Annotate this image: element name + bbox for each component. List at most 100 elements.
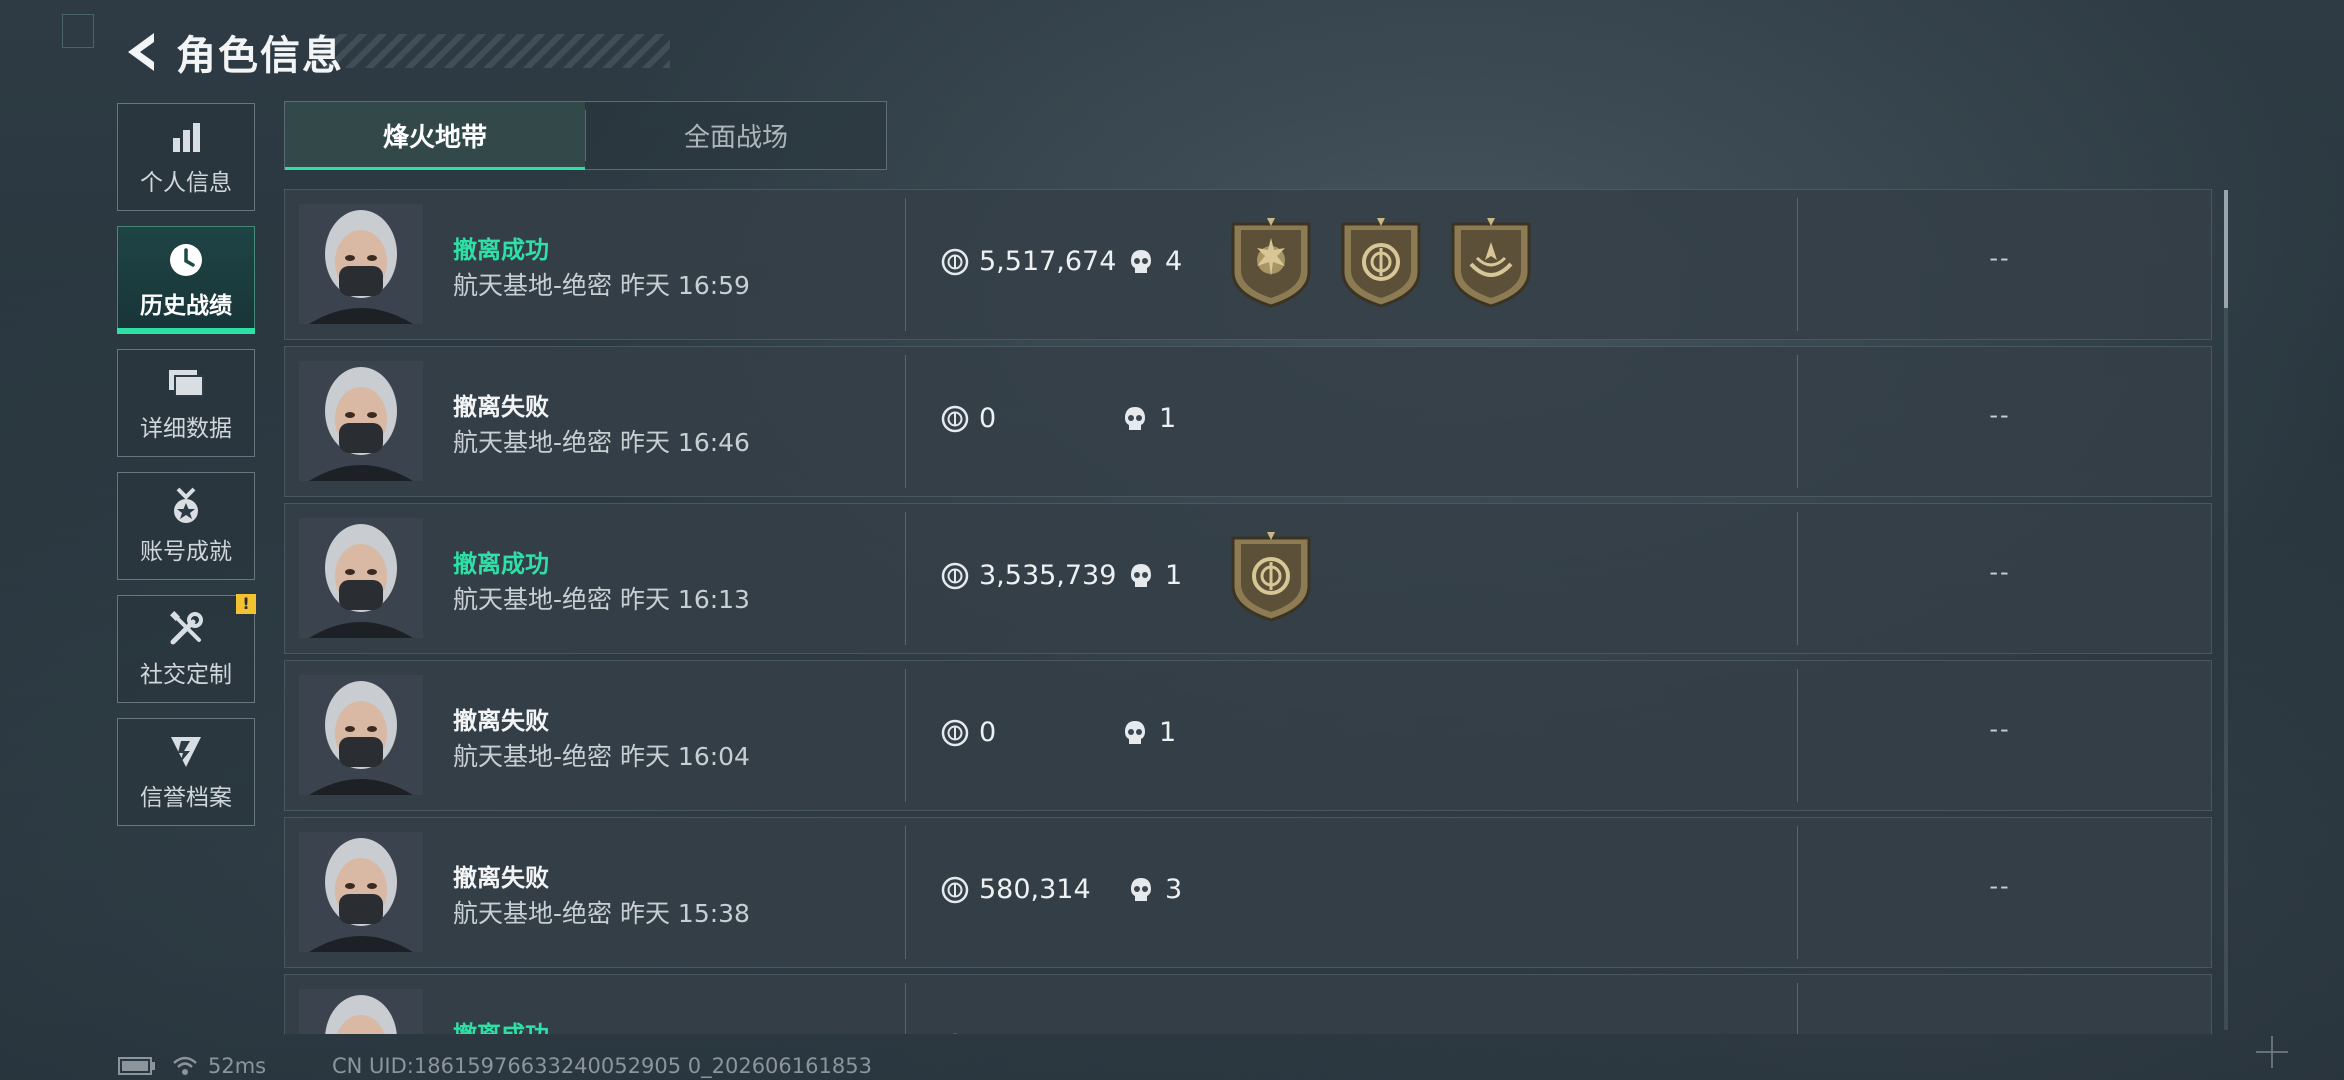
loot-value: 0: [941, 403, 996, 434]
sidebar-item-label: 信誉档案: [140, 785, 232, 811]
loot-value: 3,535,739: [941, 560, 1116, 591]
column-divider: [905, 512, 906, 645]
sidebar-item-label: 社交定制: [140, 662, 232, 688]
corner-frame-decoration: [62, 14, 94, 48]
column-divider: [1797, 198, 1798, 331]
match-row[interactable]: 撤离失败 航天基地-绝密 昨天 16:04 0 1 --: [284, 660, 2212, 811]
loot-value: 0: [941, 717, 996, 748]
kill-count: 1: [1129, 560, 1182, 591]
sidebar-item-label: 详细数据: [140, 416, 232, 442]
wifi-icon: [173, 1056, 197, 1075]
skull-icon: [1125, 406, 1145, 430]
loot-value-text: 0: [979, 403, 997, 434]
column-divider: [905, 355, 906, 488]
shield-credit-icon: [166, 732, 206, 772]
column-divider: [1797, 512, 1798, 645]
loot-value: 74,141: [941, 1031, 1073, 1034]
operator-avatar: [299, 204, 423, 324]
sidebar-item-label: 个人信息: [140, 170, 232, 196]
map-and-time: 航天基地-绝密 昨天 16:59: [453, 271, 750, 300]
extra-info: --: [1989, 401, 2011, 429]
match-row[interactable]: 撤离失败 航天基地-绝密 昨天 16:46 0 1 --: [284, 346, 2212, 497]
extraction-result: 撤离失败: [453, 393, 549, 421]
sidebar-item-personal-info[interactable]: 个人信息: [117, 103, 255, 211]
loot-value-text: 3,535,739: [979, 560, 1117, 591]
operator-avatar: [299, 675, 423, 795]
sidebar-item-match-history[interactable]: 历史战绩: [117, 226, 255, 334]
loot-value: 5,517,674: [941, 246, 1116, 277]
sidebar-item-label: 账号成就: [140, 539, 232, 565]
match-row[interactable]: 撤离成功 航天基地-绝密 昨天 16:13 3,535,739 1 --: [284, 503, 2212, 654]
skull-icon: [1131, 563, 1151, 587]
bar-chart-icon: [166, 117, 206, 157]
kill-count: 3: [1129, 874, 1182, 905]
folders-icon: [166, 363, 206, 403]
map-and-time: 航天基地-绝密 昨天 16:46: [453, 428, 750, 457]
coin-icon: [950, 1033, 960, 1034]
skull-icon: [1131, 877, 1151, 901]
match-row[interactable]: 撤离失败 航天基地-绝密 昨天 15:38 580,314 3 --: [284, 817, 2212, 968]
crosshair-icon: [2256, 1036, 2288, 1068]
loot-value-text: 580,314: [979, 874, 1091, 905]
scrollbar-thumb[interactable]: [2224, 190, 2228, 308]
column-divider: [905, 669, 906, 802]
operator-avatar: [299, 361, 423, 481]
tools-icon: [166, 609, 206, 649]
title-stripe-decoration: [310, 34, 670, 68]
column-divider: [905, 198, 906, 331]
kill-count-text: 1: [1159, 717, 1177, 748]
medal-list: [1227, 216, 1557, 308]
loot-value-text: 0: [979, 717, 997, 748]
sidebar-item-social-custom[interactable]: ! 社交定制: [117, 594, 256, 703]
extra-info: --: [1989, 244, 2011, 272]
skull-icon: [1129, 1033, 1153, 1035]
kill-count: 4: [1129, 246, 1182, 277]
skull-icon: [1125, 720, 1145, 744]
match-history-list: 撤离成功 航天基地-绝密 昨天 16:59 5,517,674 4 -- 撤离失…: [284, 189, 2212, 1034]
coin-icon: [941, 562, 969, 589]
extraction-result: 撤离失败: [453, 864, 549, 892]
back-arrow-icon[interactable]: [118, 27, 162, 77]
kill-count: 1: [1123, 403, 1176, 434]
match-row[interactable]: 撤离成功 74,141 0 --: [284, 974, 2212, 1034]
map-and-time: 航天基地-绝密 昨天 15:38: [453, 899, 750, 928]
loot-value-text: 74,141: [979, 1031, 1073, 1034]
tab-full-battlefield[interactable]: 全面战场: [586, 102, 886, 169]
loot-value-text: 5,517,674: [979, 246, 1117, 277]
sidebar-item-credit-record[interactable]: 信誉档案: [117, 718, 255, 826]
kill-count: 1: [1123, 717, 1176, 748]
medal-wreath-icon[interactable]: [1447, 216, 1535, 308]
scrollbar-track[interactable]: [2224, 190, 2228, 1030]
coin-icon: [941, 405, 969, 432]
tab-hazard-zone[interactable]: 烽火地带: [285, 102, 585, 170]
sidebar-item-achievements[interactable]: 账号成就: [117, 472, 255, 580]
extraction-result: 撤离失败: [453, 707, 549, 735]
kill-count: 0: [1129, 1031, 1182, 1034]
notification-badge: !: [236, 594, 256, 614]
operator-avatar: [299, 832, 423, 952]
kill-count-text: 0: [1165, 1031, 1182, 1034]
kill-count-text: 1: [1159, 403, 1177, 434]
status-footer: 52ms CN UID:18615976633240052905 0_20260…: [118, 1054, 872, 1078]
coin-icon: [941, 719, 969, 746]
column-divider: [1797, 826, 1798, 959]
medal-list: [1227, 530, 1337, 622]
operator-avatar: [299, 989, 423, 1034]
medal-coin-icon[interactable]: [1337, 216, 1425, 308]
loot-value: 580,314: [941, 874, 1091, 905]
kill-count-text: 4: [1165, 246, 1183, 277]
battery-icon: [118, 1057, 155, 1075]
uid-text: CN UID:18615976633240052905 0_2026061618…: [332, 1054, 872, 1078]
medal-coin-icon[interactable]: [1227, 530, 1315, 622]
coin-icon: [941, 876, 969, 903]
medal-star-icon[interactable]: [1227, 216, 1315, 308]
match-row[interactable]: 撤离成功 航天基地-绝密 昨天 16:59 5,517,674 4 --: [284, 189, 2212, 340]
column-divider: [1797, 983, 1798, 1034]
extraction-result: 撤离成功: [453, 236, 549, 264]
map-and-time: 航天基地-绝密 昨天 16:13: [453, 585, 750, 614]
kill-count-text: 3: [1165, 874, 1183, 905]
column-divider: [1797, 355, 1798, 488]
kill-count-text: 1: [1165, 560, 1183, 591]
sidebar-item-detailed-data[interactable]: 详细数据: [117, 349, 255, 457]
coin-icon: [941, 248, 969, 275]
